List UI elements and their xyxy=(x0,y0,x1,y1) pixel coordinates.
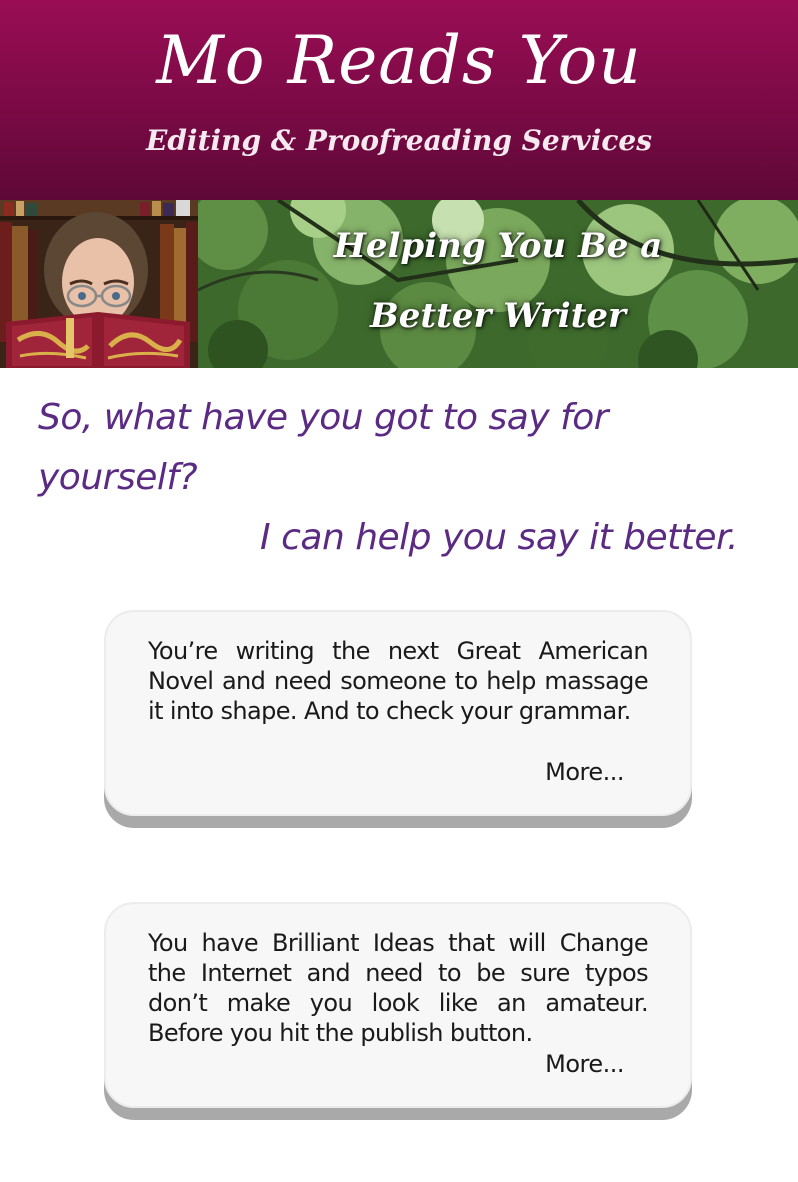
more-link[interactable]: More... xyxy=(545,1050,624,1078)
portrait-photo xyxy=(0,200,198,368)
intro-question: So, what have you got to say for yoursel… xyxy=(38,397,609,498)
service-card-web: You have Brilliant Ideas that will Chang… xyxy=(104,902,692,1108)
intro-answer: I can help you say it better. xyxy=(260,517,738,558)
site-header: Mo Reads You Editing & Proofreading Serv… xyxy=(0,0,798,200)
site-title[interactable]: Mo Reads You xyxy=(0,22,798,99)
card-description: You’re writing the next Great American N… xyxy=(148,637,649,725)
more-link[interactable]: More... xyxy=(545,758,624,786)
hero-banner: Helping You Be a Better Writer xyxy=(0,200,798,368)
tagline-line2: Better Writer xyxy=(370,296,626,336)
site-subtitle: Editing & Proofreading Services xyxy=(146,124,652,157)
service-card-novel: You’re writing the next Great American N… xyxy=(104,610,692,816)
card-description: You have Brilliant Ideas that will Chang… xyxy=(148,929,649,1047)
tagline-line1: Helping You Be a xyxy=(333,226,663,266)
